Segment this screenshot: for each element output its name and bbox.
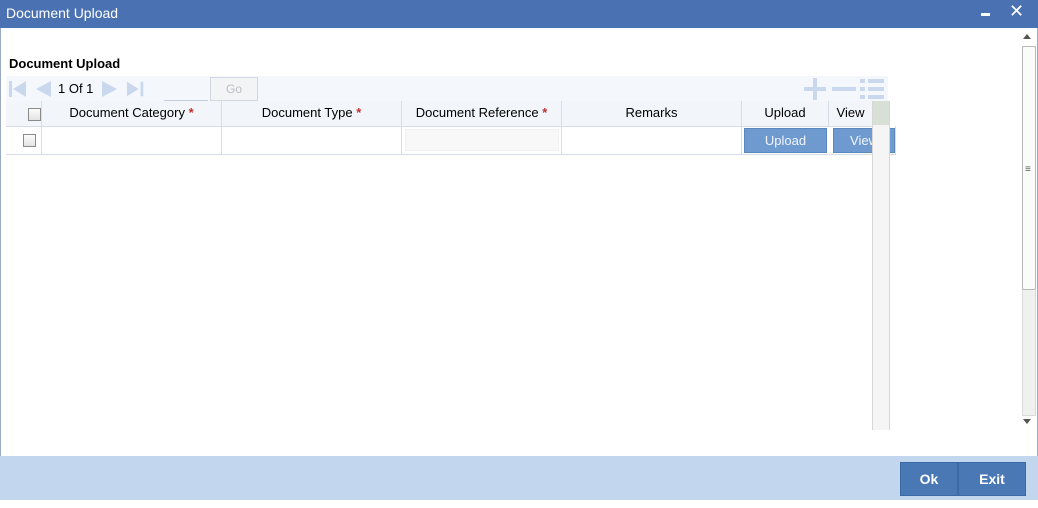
- next-page-icon[interactable]: [101, 80, 121, 98]
- minimize-icon: [981, 13, 990, 16]
- table-row-select-cell: [6, 126, 42, 155]
- column-header-document-category[interactable]: Document Category *: [42, 101, 222, 127]
- column-header-remarks[interactable]: Remarks: [562, 101, 742, 127]
- document-category-cell[interactable]: [42, 126, 222, 155]
- scroll-up-arrow-icon[interactable]: [1023, 34, 1031, 39]
- column-header-document-reference[interactable]: Document Reference *: [402, 101, 562, 127]
- scroll-down-arrow-icon[interactable]: [1023, 419, 1031, 424]
- required-marker: *: [188, 105, 194, 120]
- window-title: Document Upload: [6, 5, 119, 21]
- document-type-cell[interactable]: [222, 126, 402, 155]
- remarks-cell[interactable]: [562, 126, 742, 155]
- grid-navigation-bar: 1 Of 1 Go: [6, 76, 888, 101]
- minimize-button[interactable]: [976, 2, 996, 24]
- document-reference-field[interactable]: [405, 129, 559, 151]
- close-icon: ✕: [1009, 1, 1025, 21]
- grid-scrollbar[interactable]: [872, 101, 890, 430]
- scrollbar-grip-icon: ≡: [1025, 164, 1031, 175]
- section-title: Document Upload: [9, 56, 121, 71]
- select-all-header: [6, 101, 42, 127]
- footer-bar: Ok Exit: [0, 456, 1038, 500]
- column-header-upload[interactable]: Upload: [742, 101, 829, 127]
- ok-button[interactable]: Ok: [900, 462, 958, 496]
- grid-scrollbar-thumb[interactable]: [873, 101, 889, 125]
- column-header-document-type[interactable]: Document Type *: [222, 101, 402, 127]
- add-row-icon[interactable]: [802, 78, 828, 100]
- page-indicator: 1 Of 1: [58, 81, 94, 96]
- upload-button[interactable]: Upload: [744, 128, 827, 153]
- required-marker: *: [356, 105, 362, 120]
- previous-page-icon[interactable]: [32, 80, 52, 98]
- select-all-checkbox[interactable]: [28, 108, 41, 121]
- page-number-input[interactable]: [164, 78, 208, 101]
- go-button[interactable]: Go: [210, 77, 258, 101]
- document-reference-cell: [402, 126, 562, 155]
- title-bar: Document Upload ✕: [0, 0, 1038, 28]
- last-page-icon[interactable]: [126, 80, 146, 98]
- upload-cell: Upload: [742, 126, 828, 155]
- exit-button[interactable]: Exit: [958, 462, 1026, 496]
- row-checkbox[interactable]: [23, 134, 36, 147]
- close-button[interactable]: ✕: [1006, 2, 1026, 24]
- delete-row-icon[interactable]: [830, 78, 858, 100]
- single-view-icon[interactable]: [858, 78, 886, 100]
- column-header-view[interactable]: View: [829, 101, 872, 127]
- first-page-icon[interactable]: [8, 80, 28, 98]
- required-marker: *: [542, 105, 548, 120]
- window-scrollbar[interactable]: ≡: [1020, 30, 1036, 430]
